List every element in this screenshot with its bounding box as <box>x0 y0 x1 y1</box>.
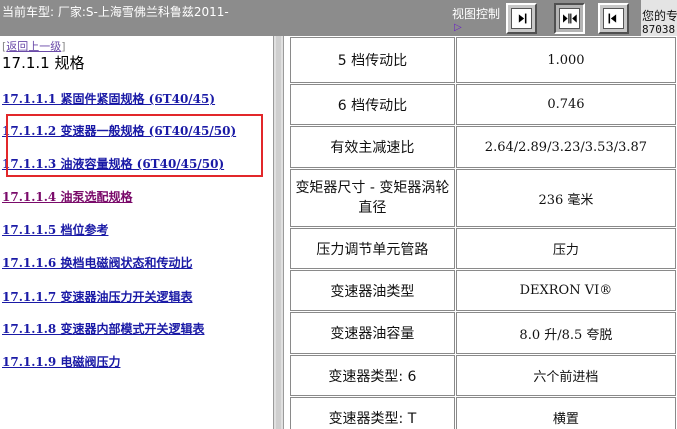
expand-right-button[interactable] <box>506 3 537 34</box>
table-row: 6 档传动比 0.746 <box>290 84 676 125</box>
toc-item-gear-reference[interactable]: 17.1.1.5 档位参考 <box>2 221 108 238</box>
collapse-left-icon <box>608 13 617 24</box>
spec-value: 压力 <box>455 228 676 269</box>
table-row: 变速器油类型 DEXRON VI® <box>290 270 676 311</box>
split-view-button[interactable] <box>554 3 585 34</box>
user-info-panel: 您的专 87038 <box>641 0 677 36</box>
spec-value: DEXRON VI® <box>455 270 676 311</box>
spec-value: 1.000 <box>455 37 676 83</box>
spec-value: 2.64/2.89/3.23/3.53/3.87 <box>455 126 676 168</box>
toc-item-shift-solenoid[interactable]: 17.1.1.6 换档电磁阀状态和传动比 <box>2 254 192 271</box>
spec-pane: 5 档传动比 1.000 6 档传动比 0.746 有效主减速比 2.64/2.… <box>284 36 677 429</box>
toc-item-fastener-specs[interactable]: 17.1.1.1 紧固件紧固规格 (6T40/45) <box>2 90 215 107</box>
toc-item-pump-selection[interactable]: 17.1.1.4 油泵选配规格 <box>2 188 132 205</box>
toc-item-solenoid-pressure[interactable]: 17.1.1.9 电磁阀压力 <box>2 353 120 370</box>
table-row: 有效主减速比 2.64/2.89/3.23/3.53/3.87 <box>290 126 676 168</box>
table-row: 5 档传动比 1.000 <box>290 37 676 83</box>
spec-param: 变速器油容量 <box>290 312 455 354</box>
top-bar: 当前车型: 厂家:S-上海雪佛兰科鲁兹2011- 视图控制 ▷ 您的专 8703… <box>0 0 677 36</box>
view-control-marker: ▷ <box>454 22 462 33</box>
spec-param: 5 档传动比 <box>290 37 455 83</box>
user-info-line2: 87038 <box>642 23 676 36</box>
table-row: 压力调节单元管路 压力 <box>290 228 676 269</box>
collapse-left-button[interactable] <box>598 3 629 34</box>
highlight-box <box>6 114 263 177</box>
view-control-label: 视图控制 <box>452 7 501 21</box>
toc-item-pressure-switch[interactable]: 17.1.1.7 变速器油压力开关逻辑表 <box>2 288 192 305</box>
spec-param: 变速器油类型 <box>290 270 455 311</box>
toc-item-mode-switch[interactable]: 17.1.1.8 变速器内部模式开关逻辑表 <box>2 320 204 337</box>
pane-splitter[interactable] <box>273 36 284 429</box>
spec-param: 压力调节单元管路 <box>290 228 455 269</box>
splitter-grip <box>276 36 281 429</box>
spec-param: 6 档传动比 <box>290 84 455 125</box>
spec-param: 有效主减速比 <box>290 126 455 168</box>
expand-right-icon <box>518 13 527 24</box>
spec-param: 变速器类型: T <box>290 397 455 429</box>
section-title: 17.1.1 规格 <box>2 54 85 72</box>
table-row: 变矩器尺寸 - 变矩器涡轮直径 236 毫米 <box>290 169 676 227</box>
spec-value: 横置 <box>455 397 676 429</box>
spec-value: 0.746 <box>455 84 676 125</box>
spec-value: 8.0 升/8.5 夸脱 <box>455 312 676 354</box>
spec-param: 变矩器尺寸 - 变矩器涡轮直径 <box>290 169 455 227</box>
center-split-icon <box>563 13 577 24</box>
table-row: 变速器油容量 8.0 升/8.5 夸脱 <box>290 312 676 354</box>
user-info-line1: 您的专 <box>642 9 677 23</box>
current-model-label: 当前车型: 厂家:S-上海雪佛兰科鲁兹2011- <box>2 5 229 19</box>
table-row: 变速器类型: T 横置 <box>290 397 676 429</box>
table-row: 变速器类型: 6 六个前进档 <box>290 355 676 396</box>
spec-table: 5 档传动比 1.000 6 档传动比 0.746 有效主减速比 2.64/2.… <box>289 36 677 429</box>
spec-value: 236 毫米 <box>455 169 676 227</box>
toc-pane: [返回上一级] 17.1.1 规格 17.1.1.1 紧固件紧固规格 (6T40… <box>0 36 273 429</box>
spec-value: 六个前进档 <box>455 355 676 396</box>
spec-param: 变速器类型: 6 <box>290 355 455 396</box>
